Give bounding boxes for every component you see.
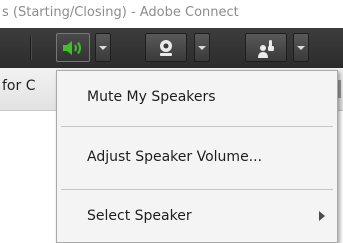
menu-item-label: Adjust Speaker Volume... (87, 149, 263, 165)
raise-hand-dropdown-arrow[interactable] (293, 33, 309, 62)
submenu-arrow-icon (319, 211, 325, 221)
chevron-down-icon (198, 45, 206, 50)
window-title-bar: s (Starting/Closing) - Adobe Connect (0, 0, 343, 28)
window-title: s (Starting/Closing) - Adobe Connect (2, 5, 239, 20)
menu-item-select-speaker[interactable]: Select Speaker (57, 192, 337, 240)
speaker-icon (63, 40, 81, 55)
speaker-dropdown-arrow[interactable] (95, 33, 111, 62)
raise-hand-button[interactable] (245, 33, 287, 62)
chevron-down-icon (99, 45, 107, 50)
webcam-icon (160, 39, 172, 56)
pod-title: for C (2, 78, 36, 94)
menu-item-mute-speakers[interactable]: Mute My Speakers (57, 73, 337, 121)
menu-item-adjust-volume[interactable]: Adjust Speaker Volume... (57, 133, 337, 181)
webcam-dropdown-arrow[interactable] (194, 33, 210, 62)
pod-resize-handle[interactable] (338, 80, 341, 98)
chevron-down-icon (297, 45, 305, 50)
menu-item-label: Mute My Speakers (87, 89, 216, 105)
toolbar-separator (30, 36, 32, 60)
menu-item-label: Select Speaker (87, 208, 192, 224)
menu-separator (61, 189, 333, 190)
main-toolbar (0, 28, 343, 68)
webcam-button[interactable] (145, 33, 187, 62)
menu-separator (61, 126, 333, 127)
raise-hand-icon (258, 39, 274, 58)
speaker-menu: Mute My Speakers Adjust Speaker Volume..… (56, 70, 338, 243)
speaker-button[interactable] (56, 33, 90, 62)
